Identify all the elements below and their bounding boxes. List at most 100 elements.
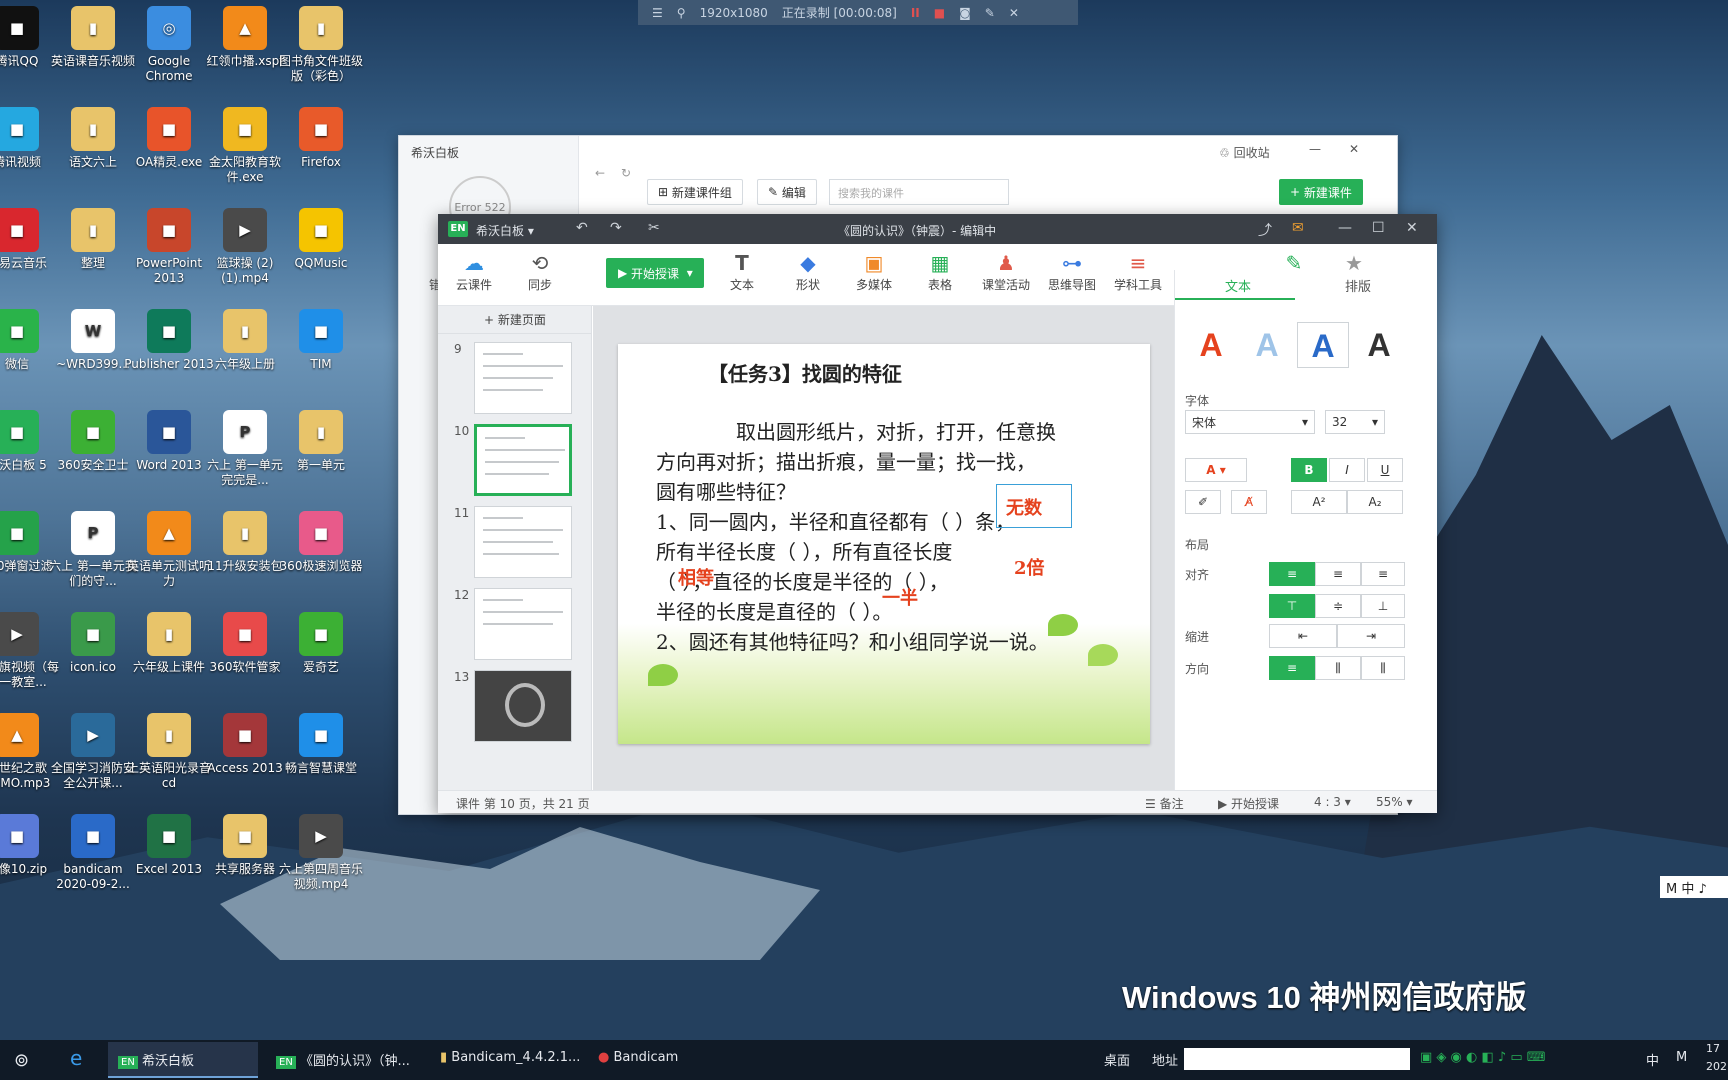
- ime-indicator[interactable]: M 中 ♪: [1660, 876, 1728, 898]
- page-thumbnail[interactable]: [474, 506, 572, 578]
- language-indicator[interactable]: 中: [1646, 1050, 1659, 1069]
- class-activity-tool[interactable]: ♟ 课堂活动: [978, 250, 1034, 293]
- clock[interactable]: 17: [1706, 1042, 1720, 1055]
- text-style-black[interactable]: A: [1353, 322, 1405, 368]
- close-icon[interactable]: ✕: [1406, 220, 1418, 236]
- slide-text-line[interactable]: 2、圆还有其他特征吗？和小组同学说一说。: [656, 626, 1049, 655]
- desktop-icon[interactable]: ▮ 第一单元: [276, 410, 366, 473]
- new-page-button[interactable]: + 新建页面: [438, 306, 592, 334]
- tray-icons[interactable]: ▣ ◈ ◉ ◐ ◧ ♪ ▭ ⌨: [1420, 1050, 1546, 1065]
- cloud-courseware-button[interactable]: ☁ 云课件: [446, 250, 502, 293]
- desktop-icon[interactable]: ▶ 六上第四周音乐视频.mp4: [276, 814, 366, 892]
- refresh-icon[interactable]: ↻: [621, 166, 631, 180]
- minimize-icon[interactable]: —: [1309, 142, 1321, 156]
- menu-icon[interactable]: ☰: [652, 6, 663, 20]
- slide-text-line[interactable]: 1、同一圆内，半径和直径都有（ ）条，: [656, 506, 1015, 535]
- page-thumbnail[interactable]: [474, 670, 572, 742]
- media-tool[interactable]: ▣ 多媒体: [846, 250, 902, 293]
- taskbar-item-document[interactable]: EN 《圆的认识》（钟...: [276, 1050, 410, 1069]
- shape-tool[interactable]: ◆ 形状: [780, 250, 836, 293]
- sync-button[interactable]: ⟲ 同步: [512, 250, 568, 293]
- undo-icon[interactable]: ↶: [576, 220, 588, 236]
- subject-tools[interactable]: ≡ 学科工具: [1110, 250, 1166, 293]
- new-course-button[interactable]: + 新建课件: [1279, 179, 1363, 205]
- tab-text[interactable]: 文本: [1225, 276, 1251, 295]
- back-icon[interactable]: ←: [595, 166, 605, 180]
- ime-tray-indicator[interactable]: M: [1676, 1050, 1687, 1065]
- answer-text[interactable]: 一半: [882, 584, 918, 610]
- recycle-bin-link[interactable]: ♲ 回收站: [1219, 144, 1270, 161]
- indent-increase-icon[interactable]: ⇥: [1337, 624, 1405, 648]
- vertical-text-rtl-icon[interactable]: ⫼: [1361, 656, 1405, 680]
- page-thumbnail[interactable]: [474, 342, 572, 414]
- vertical-text-icon[interactable]: ⫼: [1315, 656, 1361, 680]
- align-left-icon[interactable]: ≡: [1269, 562, 1315, 586]
- search-icon[interactable]: ⊚: [14, 1050, 29, 1071]
- page-thumbnail[interactable]: [474, 588, 572, 660]
- document-title[interactable]: 《圆的认识》（钟震）- 编辑中: [838, 222, 996, 239]
- desktop-icon[interactable]: ■ 爱奇艺: [276, 612, 366, 675]
- edit-button[interactable]: ✎ 编辑: [757, 179, 817, 205]
- desktop-icon[interactable]: ■ TIM: [276, 309, 366, 372]
- mail-icon[interactable]: ✉: [1292, 220, 1304, 236]
- format-painter-icon[interactable]: ✐: [1185, 490, 1221, 514]
- align-center-icon[interactable]: ≡: [1315, 562, 1361, 586]
- app-menu[interactable]: 希沃白板 ▾: [476, 222, 534, 239]
- address-input[interactable]: [1184, 1048, 1410, 1070]
- search-input[interactable]: 搜索我的课件: [829, 179, 1009, 205]
- bold-button[interactable]: B: [1291, 458, 1327, 482]
- font-family-select[interactable]: 宋体 ▾: [1185, 410, 1315, 434]
- subscript-button[interactable]: A₂: [1347, 490, 1403, 514]
- cut-icon[interactable]: ✂: [648, 220, 660, 236]
- page-thumbnail-selected[interactable]: [474, 424, 572, 496]
- share-icon[interactable]: ⤴: [1258, 220, 1272, 240]
- pause-icon[interactable]: II: [911, 6, 920, 20]
- align-bottom-icon[interactable]: ⊥: [1361, 594, 1405, 618]
- align-middle-icon[interactable]: ≑: [1315, 594, 1361, 618]
- aspect-ratio-select[interactable]: 4 : 3 ▾: [1314, 795, 1351, 809]
- maximize-icon[interactable]: ☐: [1372, 220, 1385, 236]
- start-teaching-button[interactable]: ▶ 开始授课 ▾: [606, 258, 704, 288]
- desktop-icon[interactable]: ■ 360极速浏览器: [276, 511, 366, 574]
- new-group-button[interactable]: ⊞ 新建课件组: [647, 179, 743, 205]
- taskbar-item-easinote[interactable]: EN 希沃白板: [118, 1050, 194, 1069]
- desktop-icon[interactable]: ■ QQMusic: [276, 208, 366, 271]
- ie-icon[interactable]: e: [70, 1046, 82, 1070]
- desktop-icon[interactable]: ▮ 图书角文件班级版（彩色）: [276, 6, 366, 84]
- redo-icon[interactable]: ↷: [610, 220, 622, 236]
- horizontal-text-icon[interactable]: ≡: [1269, 656, 1315, 680]
- slide-canvas[interactable]: 【任务3】找圆的特征 取出圆形纸片，对折，打开，任意换 方向再对折；描出折痕，量…: [618, 344, 1150, 744]
- pin-icon[interactable]: ⚲: [677, 6, 686, 20]
- desktop-toolbar[interactable]: 桌面: [1104, 1050, 1130, 1069]
- stop-icon[interactable]: ■: [934, 6, 945, 20]
- superscript-button[interactable]: A²: [1291, 490, 1347, 514]
- answer-text[interactable]: 2倍: [1014, 554, 1045, 580]
- align-top-icon[interactable]: ⊤: [1269, 594, 1315, 618]
- minimize-icon[interactable]: —: [1338, 220, 1352, 236]
- slide-text-line[interactable]: 取出圆形纸片，对折，打开，任意换: [736, 416, 1056, 445]
- font-color-button[interactable]: A ▾: [1185, 458, 1247, 482]
- taskbar-item-folder[interactable]: ▮ Bandicam_4.4.2.1...: [440, 1050, 580, 1065]
- taskbar-item-bandicam[interactable]: ● Bandicam: [598, 1050, 678, 1065]
- notes-button[interactable]: ☰ 备注: [1145, 795, 1184, 812]
- slide-text-line[interactable]: 所有半径长度（ ），所有直径长度: [656, 536, 952, 565]
- date[interactable]: 202: [1706, 1060, 1727, 1073]
- desktop-icon[interactable]: ■ Firefox: [276, 107, 366, 170]
- start-teaching-status-button[interactable]: ▶ 开始授课: [1218, 795, 1279, 812]
- indent-decrease-icon[interactable]: ⇤: [1269, 624, 1337, 648]
- zoom-select[interactable]: 55% ▾: [1376, 795, 1413, 809]
- table-tool[interactable]: ▦ 表格: [912, 250, 968, 293]
- slide-text-line[interactable]: 方向再对折；描出折痕，量一量；找一找，: [656, 446, 1036, 475]
- mind-map-tool[interactable]: ⊶ 思维导图: [1044, 250, 1100, 293]
- font-size-select[interactable]: 32 ▾: [1325, 410, 1385, 434]
- underline-button[interactable]: U: [1367, 458, 1403, 482]
- camera-icon[interactable]: ◙: [959, 6, 971, 20]
- desktop-icon[interactable]: ■ 畅言智慧课堂: [276, 713, 366, 776]
- align-right-icon[interactable]: ≡: [1361, 562, 1405, 586]
- answer-text[interactable]: 无数: [1006, 494, 1042, 520]
- close-icon[interactable]: ✕: [1349, 142, 1359, 156]
- text-style-blue[interactable]: A: [1297, 322, 1349, 368]
- pen-icon[interactable]: ✎: [985, 6, 995, 20]
- clear-format-icon[interactable]: A̸: [1231, 490, 1267, 514]
- tab-layout[interactable]: 排版: [1345, 276, 1371, 295]
